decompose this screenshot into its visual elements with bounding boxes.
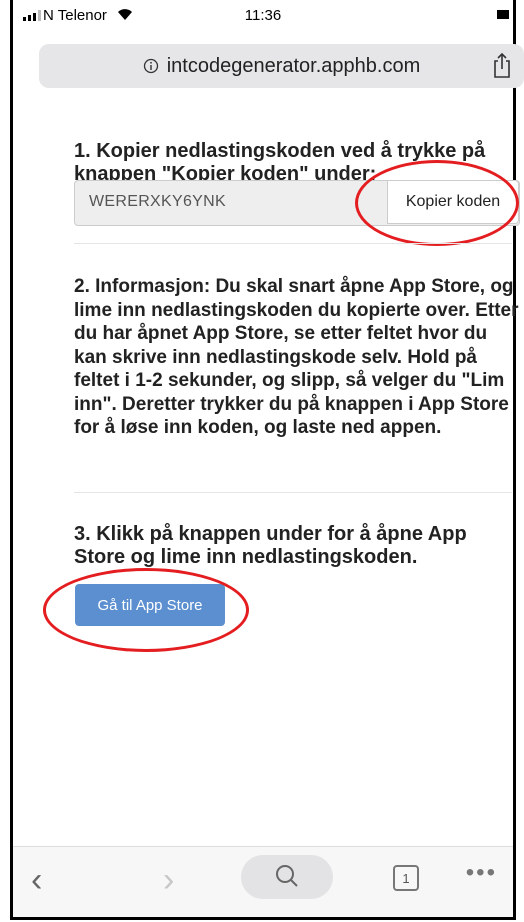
chevron-left-icon[interactable]: ‹ <box>31 863 42 897</box>
share-icon[interactable] <box>492 51 512 79</box>
code-value: WERERXKY6YNK <box>89 193 226 210</box>
step3-title: 3. Klikk på knappen under for å åpne App… <box>74 523 467 568</box>
open-app-store-button[interactable]: Gå til App Store <box>75 584 225 626</box>
phone-frame: N Telenor 11:36 intcodegenerator.apphb.c… <box>10 0 524 920</box>
browser-toolbar: ‹ › 1 ••• <box>13 846 513 917</box>
more-icon[interactable]: ••• <box>466 859 497 887</box>
copy-code-button[interactable]: Kopier koden <box>387 180 519 224</box>
tabs-button[interactable]: 1 <box>393 865 419 891</box>
address-bar[interactable]: intcodegenerator.apphb.com <box>39 44 524 88</box>
step2-info-text: 2. Informasjon: Du skal snart åpne App S… <box>74 276 519 438</box>
info-icon <box>143 58 158 74</box>
chevron-right-icon[interactable]: › <box>163 863 174 897</box>
status-time: 11:36 <box>244 7 282 24</box>
battery-icon <box>497 10 509 19</box>
search-icon <box>276 865 298 887</box>
search-button[interactable] <box>241 855 333 899</box>
url-text: intcodegenerator.apphb.com <box>166 54 421 77</box>
divider <box>74 243 512 244</box>
status-bar: N Telenor 11:36 <box>13 0 513 34</box>
code-input[interactable]: WERERXKY6YNK Kopier koden <box>74 180 520 226</box>
divider <box>74 492 512 493</box>
